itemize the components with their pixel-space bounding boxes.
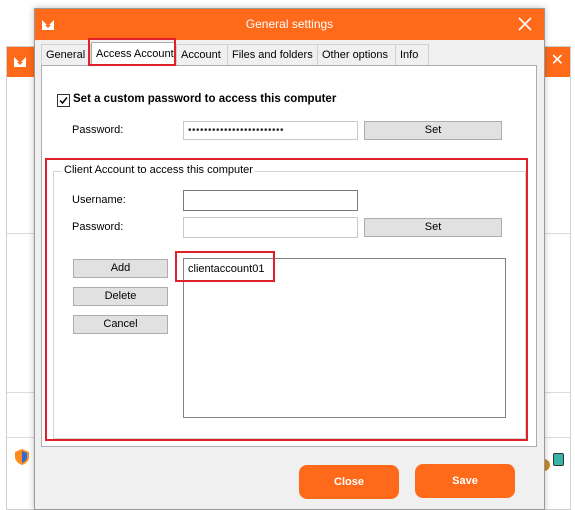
close-button[interactable]: Close — [299, 465, 399, 499]
list-item[interactable]: clientaccount01 — [188, 263, 264, 275]
tab-access-account[interactable]: Access Account — [91, 42, 175, 65]
client-account-group-title: Client Account to access this computer — [62, 164, 255, 176]
access-account-panel: Set a custom password to access this com… — [41, 65, 537, 447]
tab-account[interactable]: Account — [176, 44, 229, 65]
set-custom-password-button[interactable]: Set — [364, 121, 502, 140]
save-button[interactable]: Save — [415, 464, 515, 498]
shield-icon — [15, 449, 29, 465]
tab-general[interactable]: General — [41, 44, 91, 65]
username-input[interactable] — [183, 190, 358, 211]
dialog-titlebar: General settings — [35, 9, 544, 40]
set-client-password-button[interactable]: Set — [364, 218, 502, 237]
tab-info[interactable]: Info — [395, 44, 429, 65]
username-label: Username: — [72, 194, 126, 206]
password-label: Password: — [72, 124, 124, 136]
custom-password-checkbox[interactable] — [57, 94, 70, 107]
app-logo-icon — [11, 53, 29, 71]
add-button[interactable]: Add — [73, 259, 168, 278]
delete-button[interactable]: Delete — [73, 287, 168, 306]
custom-password-label: Set a custom password to access this com… — [73, 93, 337, 105]
client-password-label: Password: — [72, 221, 124, 233]
close-icon[interactable] — [516, 15, 534, 33]
background-close-icon[interactable]: ✕ — [551, 52, 564, 70]
client-account-list[interactable]: clientaccount01 — [183, 258, 506, 418]
tab-files-and-folders[interactable]: Files and folders — [227, 44, 319, 65]
cancel-button[interactable]: Cancel — [73, 315, 168, 334]
tab-other-options[interactable]: Other options — [317, 44, 397, 65]
dialog-title: General settings — [245, 17, 334, 31]
general-settings-dialog: General settings General Access Account … — [34, 8, 545, 510]
checkmark-icon — [59, 97, 68, 105]
custom-password-input[interactable]: •••••••••••••••••••••••• — [183, 121, 358, 140]
password-value: •••••••••••••••••••••••• — [188, 125, 285, 136]
background-status-chip — [553, 453, 564, 466]
client-password-input[interactable] — [183, 217, 358, 238]
